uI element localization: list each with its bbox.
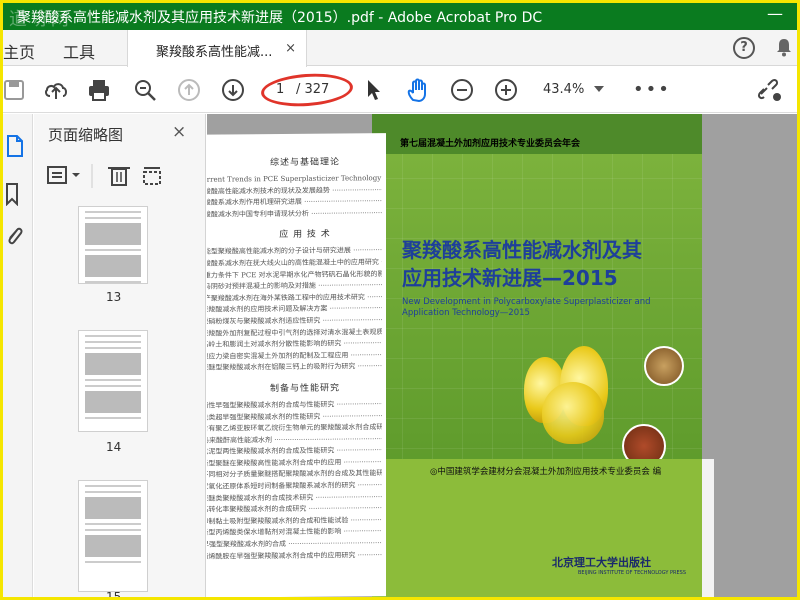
- zoom-dropdown-icon[interactable]: [594, 86, 604, 92]
- tab-bar: 主页 工具 聚羧酸系高性能减... × ?: [3, 30, 797, 67]
- close-tab-icon[interactable]: ×: [285, 41, 296, 56]
- window-title: 聚羧酸系高性能减水剂及其应用技术新进展（2015）.pdf - Adobe Ac…: [17, 9, 543, 26]
- toc-section-title: 制备与性能研究: [269, 383, 340, 394]
- toc-section-title: 综述与基础理论: [269, 157, 340, 169]
- bell-icon[interactable]: [773, 36, 795, 58]
- save-icon[interactable]: [3, 78, 25, 102]
- thumbnail-panel: 页面缩略图 × 13 14 15: [34, 114, 206, 600]
- hand-icon[interactable]: [405, 78, 431, 104]
- sample-photo: [644, 346, 684, 386]
- publisher-logo: 北京理工大学出版社: [552, 556, 651, 569]
- minimize-button[interactable]: —: [767, 4, 783, 23]
- link-share-icon[interactable]: [755, 78, 783, 104]
- thumbnail-page-number: 15: [106, 590, 122, 600]
- print-icon[interactable]: [87, 78, 111, 102]
- toolbar: 1 / 327 43.4% •••: [3, 67, 797, 113]
- page-edge: [702, 459, 714, 597]
- toc-section-title: 应 用 技 术: [279, 229, 331, 241]
- zoom-search-icon[interactable]: [133, 78, 157, 102]
- toc-entry: 16. 两性早强型聚羧酸减水剂的合成与性能研究 ················…: [207, 399, 382, 410]
- thumbnail-page-number: 14: [106, 440, 122, 454]
- page-thumbnails-icon[interactable]: [5, 134, 25, 158]
- document-tab-label: 聚羧酸系高性能减...: [156, 45, 273, 60]
- cover-subtitle: New Development in Polycarboxylate Super…: [402, 297, 651, 318]
- page-down-icon[interactable]: [221, 78, 245, 102]
- zoom-level[interactable]: 43.4%: [543, 82, 584, 97]
- publisher-english: BEIJING INSTITUTE OF TECHNOLOGY PRESS: [578, 570, 687, 576]
- options-menu-icon[interactable]: [47, 166, 80, 184]
- page-up-icon[interactable]: [177, 78, 201, 102]
- more-tools-icon[interactable]: •••: [633, 79, 671, 100]
- close-panel-icon[interactable]: ×: [172, 122, 186, 142]
- toc-page: 综述与基础理论 1. Current Trends in PCE Superpl…: [207, 133, 386, 597]
- cloud-upload-icon[interactable]: [43, 78, 69, 102]
- thumbnail-page-number: 13: [106, 290, 122, 304]
- toc-entry: 4. 聚羧酸减水剂中国专利申请现状分析 ····················…: [207, 208, 382, 219]
- bookmark-icon[interactable]: [5, 182, 25, 206]
- document-view[interactable]: 第七届混凝土外加剂应用技术专业委员会年会 聚羧酸系高性能减水剂及其 应用技术新进…: [207, 114, 797, 597]
- thumbnail-page-14[interactable]: [78, 330, 148, 432]
- cover-organization: ◎中国建筑学会建材分会混凝土外加剂应用技术专业委员会 编: [430, 467, 662, 477]
- cursor-icon[interactable]: [365, 78, 383, 102]
- thumbnail-page-15[interactable]: [78, 480, 148, 592]
- cover-title: 聚羧酸系高性能减水剂及其 应用技术新进展—2015: [402, 238, 642, 290]
- cover-series-band: 第七届混凝土外加剂应用技术专业委员会年会: [400, 139, 581, 149]
- thumbnail-page-13[interactable]: [78, 206, 148, 284]
- delete-page-icon[interactable]: [108, 167, 130, 186]
- menu-home[interactable]: 主页: [3, 39, 35, 63]
- zoom-in-icon[interactable]: [494, 78, 518, 102]
- zoom-out-icon[interactable]: [450, 78, 474, 102]
- annotation-circle: [259, 70, 355, 110]
- panel-title: 页面缩略图: [48, 126, 124, 144]
- toc-entry: 29. 丙烯酰胺在早强型聚羧酸减水剂合成中的应用研究 ·············…: [207, 550, 382, 561]
- thumbnail-tools: [47, 164, 161, 188]
- cover-page: 第七届混凝土外加剂应用技术专业委员会年会 聚羧酸系高性能减水剂及其 应用技术新进…: [372, 114, 702, 597]
- title-bar: 道 赤网 聚羧酸系高性能减水剂及其应用技术新进展（2015）.pdf - Ado…: [3, 3, 797, 30]
- flask-image: [542, 382, 604, 444]
- menu-tools[interactable]: 工具: [63, 39, 95, 63]
- toc-entry: 15. 聚醚型聚羧酸减水剂在铝酸三钙上的吸附行为研究 ·············…: [207, 362, 382, 372]
- attachment-icon[interactable]: [5, 224, 25, 250]
- document-tab[interactable]: 聚羧酸系高性能减... ×: [127, 30, 307, 67]
- navigation-rail: [3, 114, 33, 597]
- watermark: 道 赤网: [9, 9, 69, 30]
- help-icon[interactable]: ?: [733, 37, 755, 59]
- insert-page-icon[interactable]: [143, 167, 161, 185]
